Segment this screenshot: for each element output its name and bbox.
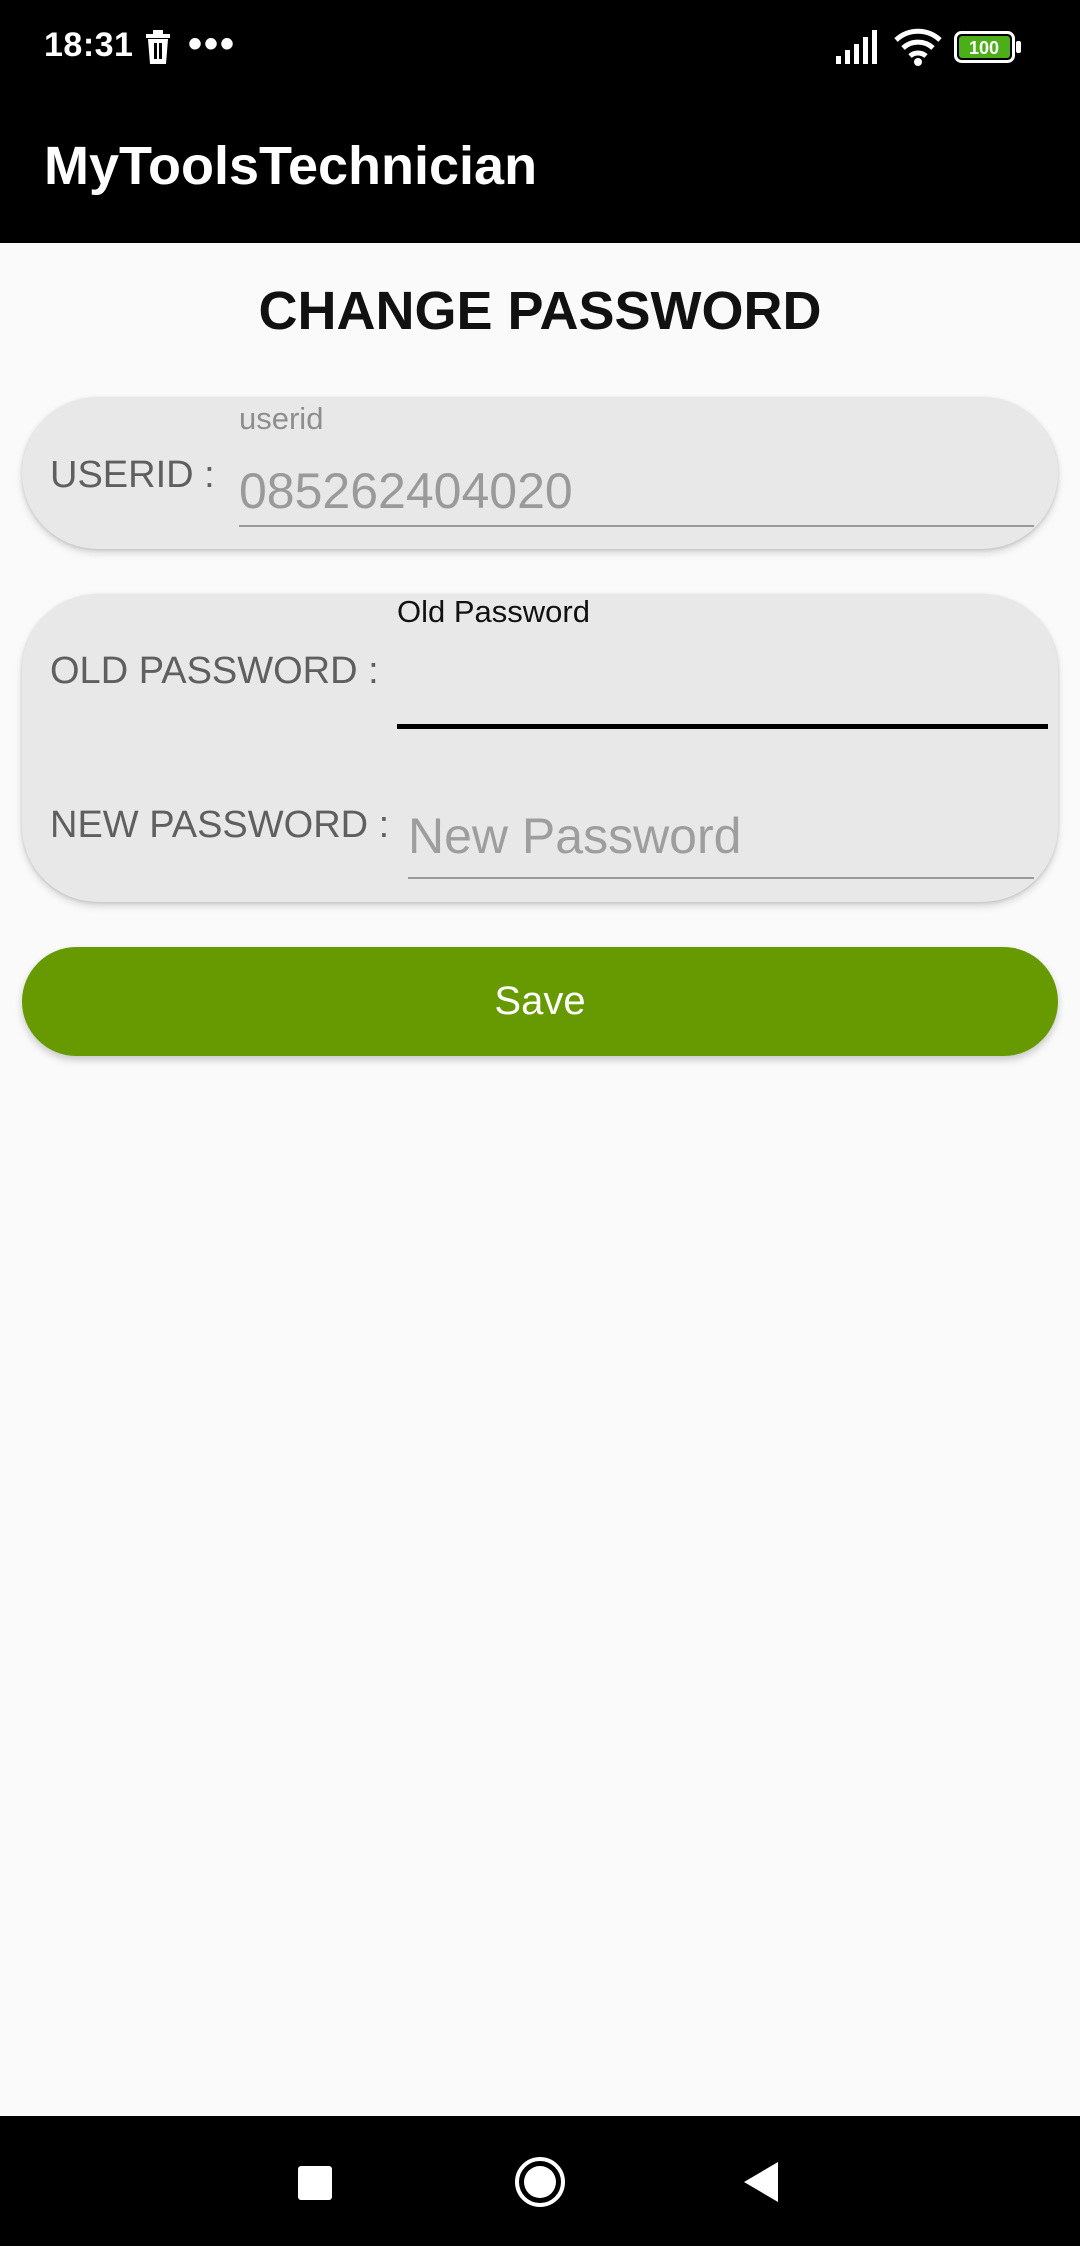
old-password-label: OLD PASSWORD : [50,650,379,692]
new-password-underline [408,877,1034,879]
trash-icon [146,30,170,64]
nav-bar [0,2116,1080,2246]
signal-icon [836,30,877,64]
passwords-card: OLD PASSWORD : Old Password NEW PASSWORD… [22,594,1058,902]
recents-icon[interactable] [298,2166,332,2200]
more-icon: ••• [188,22,237,66]
userid-floating-label: userid [239,401,324,436]
home-icon[interactable] [514,2156,566,2208]
save-button[interactable]: Save [22,947,1058,1056]
wifi-icon [894,28,942,66]
old-password-floating-label: Old Password [397,594,590,629]
battery-level: 100 [969,38,999,58]
new-password-label: NEW PASSWORD : [50,804,390,846]
status-bar: 18:31 ••• 100 [0,0,1080,95]
old-password-input[interactable] [397,644,1047,706]
battery-icon: 100 [954,31,1021,63]
userid-input[interactable] [239,459,1039,523]
page-title: CHANGE PASSWORD [258,281,822,341]
userid-underline [239,525,1034,527]
old-password-underline [397,724,1048,729]
app-title: MyToolsTechnician [44,136,538,196]
app-bar: MyToolsTechnician [0,95,1080,243]
status-time: 18:31 [44,26,134,64]
userid-label: USERID : [50,454,215,496]
back-icon[interactable] [744,2162,778,2202]
userid-card: USERID : userid [22,397,1058,549]
new-password-input[interactable] [408,804,1048,868]
screen: 18:31 ••• 100 MyToolsTechnician CHANGE P… [0,0,1080,2246]
